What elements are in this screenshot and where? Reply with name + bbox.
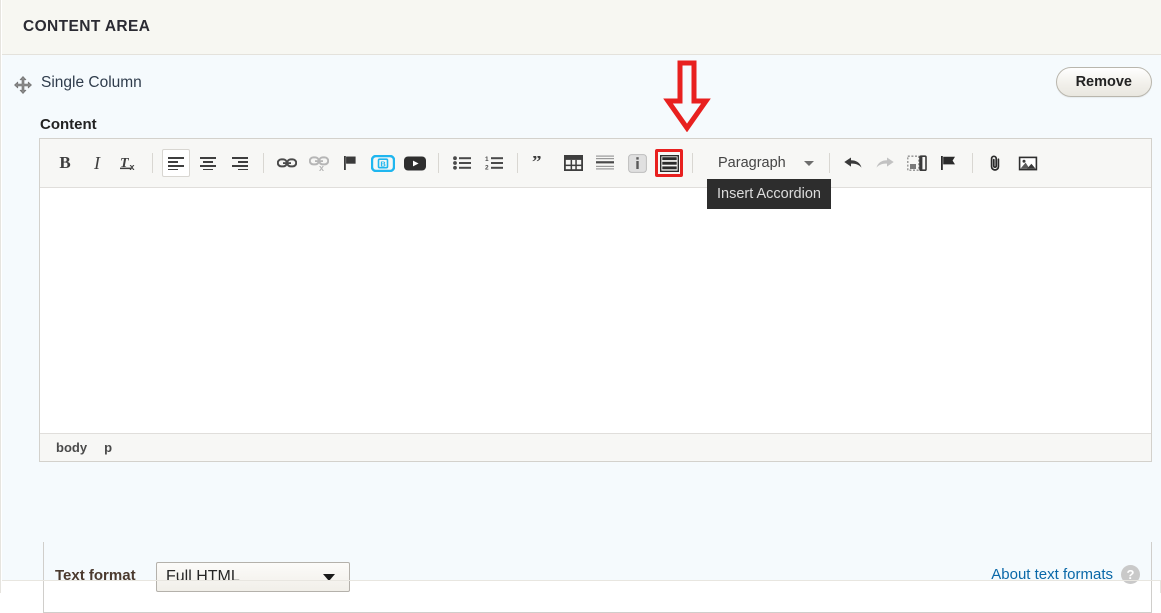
page-frame: CONTENT AREA Single Column Remove Conten… [0, 0, 1161, 593]
bulleted-list-icon[interactable] [448, 149, 476, 177]
toolbar-separator [263, 153, 264, 173]
paragraph-format-dropdown[interactable]: Paragraph [707, 148, 822, 179]
content-field-label: Content [40, 116, 97, 133]
remove-format-icon[interactable]: T x [115, 149, 143, 177]
tooltip-label: Insert Accordion [717, 186, 821, 202]
panel-header: CONTENT AREA [2, 0, 1161, 55]
element-path-p[interactable]: p [104, 440, 112, 455]
link-icon[interactable] [273, 149, 301, 177]
horizontal-rule-icon[interactable] [591, 149, 619, 177]
text-format-help: About text formats ? [991, 565, 1140, 584]
toolbar-separator [517, 153, 518, 173]
svg-text:x: x [319, 163, 324, 171]
unlink-icon[interactable]: x [305, 149, 333, 177]
accordion-icon[interactable] [655, 149, 683, 177]
blockquote-icon[interactable]: ” [527, 149, 555, 177]
undo-arrow-icon[interactable] [839, 149, 867, 177]
panel-body: Single Column Remove Content B I T [2, 55, 1161, 580]
image-icon[interactable] [1014, 149, 1042, 177]
panel-bottom-divider [2, 580, 1161, 581]
table-icon[interactable] [559, 149, 587, 177]
text-format-wrapper: Text format Full HTML About text formats… [43, 542, 1152, 613]
question-mark-icon[interactable]: ? [1121, 565, 1140, 584]
move-cross-icon[interactable] [14, 76, 32, 94]
info-icon[interactable] [623, 149, 651, 177]
editor-toolbar: B I T x [40, 139, 1151, 188]
svg-text:2: 2 [485, 164, 489, 170]
italic-icon[interactable]: I [83, 149, 111, 177]
align-right-icon[interactable] [226, 149, 254, 177]
redo-arrow-icon[interactable] [871, 149, 899, 177]
rich-text-editor: B I T x [39, 138, 1152, 462]
toolbar-separator [829, 153, 830, 173]
paperclip-icon[interactable] [982, 149, 1010, 177]
svg-text:”: ” [532, 156, 542, 170]
bold-icon[interactable]: B [51, 149, 79, 177]
page-title: CONTENT AREA [23, 18, 150, 36]
editor-element-path: body p [40, 433, 1151, 461]
region-header-row: Single Column Remove [2, 67, 1161, 113]
numbered-list-icon[interactable]: 1 2 [480, 149, 508, 177]
brightcove-video-icon[interactable]: B [369, 149, 397, 177]
flag-icon[interactable] [935, 149, 963, 177]
toolbar-separator [152, 153, 153, 173]
chevron-down-icon [804, 161, 814, 166]
remove-button[interactable]: Remove [1056, 67, 1152, 97]
insert-accordion-tooltip: Insert Accordion [707, 179, 831, 209]
svg-text:x: x [130, 162, 135, 172]
toolbar-separator [438, 153, 439, 173]
toolbar-separator [972, 153, 973, 173]
templates-icon[interactable] [903, 149, 931, 177]
align-left-icon[interactable] [162, 149, 190, 177]
svg-text:1: 1 [485, 156, 489, 163]
text-format-select[interactable]: Full HTML [156, 562, 350, 592]
region-label: Single Column [41, 74, 142, 92]
svg-text:B: B [380, 159, 386, 168]
editor-content-area[interactable] [40, 188, 1151, 433]
element-path-body[interactable]: body [56, 440, 87, 455]
flag-anchor-icon[interactable] [337, 149, 365, 177]
text-format-label: Text format [55, 567, 136, 584]
align-center-icon[interactable] [194, 149, 222, 177]
youtube-icon[interactable] [401, 149, 429, 177]
toolbar-separator [692, 153, 693, 173]
text-format-selected-value: Full HTML [166, 568, 323, 586]
paragraph-format-label: Paragraph [718, 155, 786, 171]
